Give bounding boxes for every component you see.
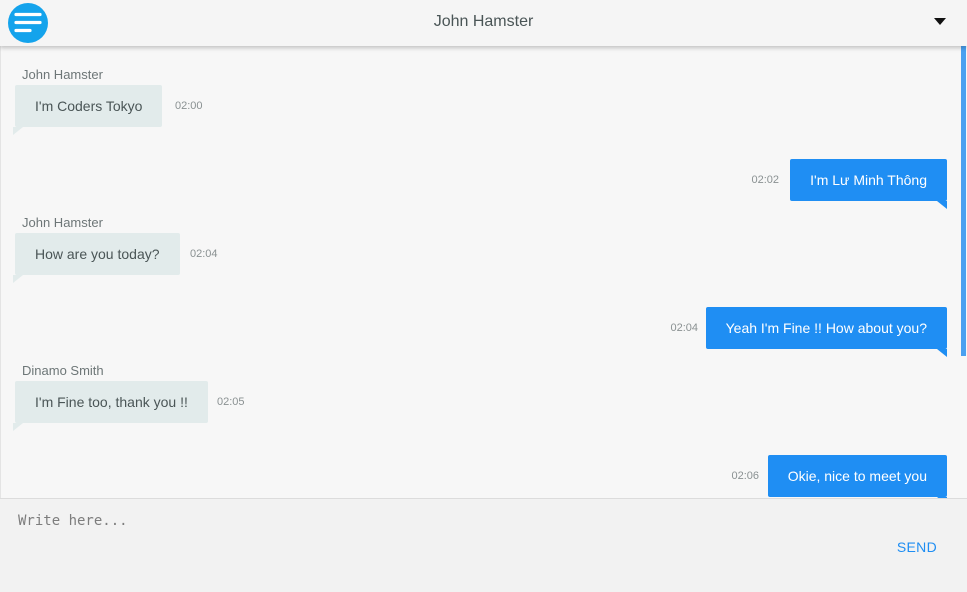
chat-header: John Hamster — [0, 0, 967, 46]
message-composer: SEND — [0, 498, 967, 592]
send-button[interactable]: SEND — [897, 539, 937, 555]
options-dropdown-button[interactable] — [928, 13, 952, 33]
message-bubble-outgoing: I'm Lư Minh Thông — [790, 159, 947, 209]
message-time: 02:04 — [670, 322, 698, 334]
message-time: 02:06 — [731, 470, 759, 482]
message-sender: John Hamster — [22, 67, 103, 82]
message-bubble-outgoing: Okie, nice to meet you — [767, 455, 948, 498]
message-sender: Dinamo Smith — [22, 363, 104, 378]
message-bubble-incoming: I'm Fine too, thank you !! — [13, 381, 208, 431]
message-input[interactable] — [10, 507, 870, 567]
message-time: 02:05 — [217, 396, 245, 408]
caret-down-icon — [934, 18, 946, 25]
message-sender: John Hamster — [22, 215, 103, 230]
message-list[interactable]: John Hamster I'm Coders Tokyo 02:00 02:0… — [0, 46, 967, 498]
conversation-title: John Hamster — [433, 13, 534, 30]
message-time: 02:02 — [751, 174, 779, 186]
message-bubble-incoming: I'm Coders Tokyo — [12, 85, 163, 135]
message-time: 02:00 — [175, 100, 203, 112]
message-bubble-outgoing: Yeah I'm Fine !! How about you? — [705, 307, 948, 357]
message-bubble-incoming: How are you today? — [13, 233, 180, 283]
message-time: 02:04 — [190, 248, 218, 260]
scrollbar-thumb[interactable] — [961, 46, 966, 356]
